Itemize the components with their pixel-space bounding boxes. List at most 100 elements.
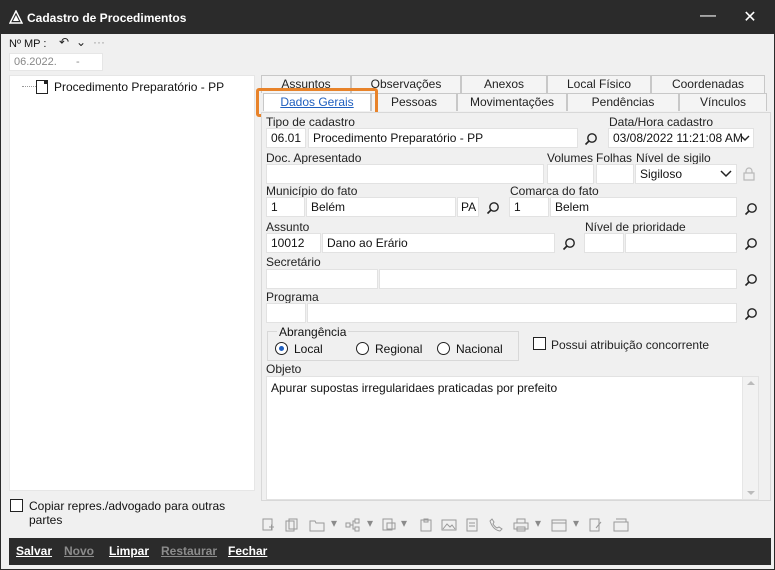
save-button[interactable]: Salvar — [16, 544, 52, 558]
scroll-down-icon[interactable] — [747, 491, 755, 495]
secrecy-level-select[interactable]: Sigiloso — [635, 164, 737, 184]
search-icon[interactable] — [744, 273, 758, 287]
scope-regional-radio[interactable] — [356, 342, 369, 355]
registration-datetime-label: Data/Hora cadastro — [609, 115, 714, 129]
clear-button[interactable]: Limpar — [109, 544, 149, 558]
scope-national-label[interactable]: Nacional — [456, 342, 503, 356]
subject-label: Assunto — [266, 220, 310, 234]
registration-type-field[interactable]: Procedimento Preparatório - PP — [308, 128, 578, 148]
more-options-icon[interactable]: ··· — [93, 35, 105, 49]
tab-local-fisico[interactable]: Local Físico — [547, 75, 651, 93]
scan-document-icon[interactable] — [381, 518, 397, 532]
concurrent-attribution-checkbox[interactable] — [533, 337, 546, 350]
search-icon[interactable] — [562, 237, 576, 251]
calendar-icon[interactable] — [551, 518, 567, 532]
folder-icon[interactable] — [309, 518, 325, 532]
document-list-icon[interactable] — [465, 518, 479, 532]
copy-representatives-option[interactable]: Copiar repres./advogado para outras part… — [10, 498, 260, 527]
chevron-down-icon[interactable]: ▾ — [535, 516, 541, 530]
copy-representatives-checkbox[interactable] — [10, 499, 23, 512]
add-document-icon[interactable] — [261, 518, 275, 532]
action-icon-toolbar: ▾ ▾ ▾ ▾ ▾ — [259, 516, 631, 534]
municipality-state-field[interactable]: PA — [457, 197, 479, 217]
priority-level-code-field[interactable] — [584, 233, 624, 253]
pages-field[interactable] — [596, 164, 634, 184]
subject-code-field[interactable]: 10012 — [266, 233, 321, 253]
volumes-label: Volumes — [547, 151, 594, 165]
tab-movimentacoes[interactable]: Movimentações — [457, 93, 567, 111]
search-icon[interactable] — [744, 202, 758, 216]
chevron-down-icon[interactable]: ▾ — [573, 516, 579, 530]
lock-icon — [743, 167, 755, 181]
secretary-code-field[interactable] — [266, 269, 378, 289]
archive-icon[interactable] — [613, 518, 629, 532]
close-button[interactable]: ✕ — [739, 7, 761, 29]
chevron-down-icon[interactable] — [740, 134, 750, 142]
program-label: Programa — [266, 290, 319, 304]
concurrent-attribution-label[interactable]: Possui atribuição concorrente — [551, 338, 709, 352]
window-title: Cadastro de Procedimentos — [27, 11, 187, 25]
program-code-field[interactable] — [266, 303, 306, 323]
edit-document-icon[interactable] — [589, 518, 603, 532]
registration-datetime-value: 03/08/2022 11:21:08 AM — [613, 131, 743, 145]
mp-number-suffix: - — [76, 56, 80, 68]
priority-level-label: Nível de prioridade — [585, 220, 686, 234]
chevron-down-icon[interactable]: ⌄ — [76, 35, 86, 49]
image-icon[interactable] — [441, 518, 457, 532]
search-icon[interactable] — [584, 132, 598, 146]
program-field[interactable] — [307, 303, 737, 323]
copy-document-icon[interactable] — [285, 518, 299, 532]
bottom-action-bar: Salvar Novo Limpar Restaurar Fechar — [9, 538, 771, 565]
search-icon[interactable] — [486, 201, 500, 215]
registration-type-code-field[interactable]: 06.01 — [266, 128, 306, 148]
mp-number-field[interactable]: 06.2022. - — [9, 53, 103, 71]
secrecy-level-value: Sigiloso — [640, 167, 683, 181]
document-icon — [36, 80, 48, 94]
clipboard-icon[interactable] — [419, 518, 433, 532]
close-form-button[interactable]: Fechar — [228, 544, 267, 558]
object-textarea[interactable]: Apurar supostas irregularidaes praticada… — [266, 376, 759, 500]
mp-toolbar: Nº MP : ↶ ⌄ ··· — [9, 35, 259, 54]
tree-item-procedure[interactable]: Procedimento Preparatório - PP — [54, 80, 224, 94]
new-button[interactable]: Novo — [64, 544, 94, 558]
volumes-field[interactable] — [547, 164, 594, 184]
secretary-field[interactable] — [379, 269, 737, 289]
print-icon[interactable] — [513, 518, 529, 532]
district-field[interactable]: Belem — [550, 197, 737, 217]
search-icon[interactable] — [744, 237, 758, 251]
undo-icon[interactable]: ↶ — [59, 35, 69, 49]
subject-field[interactable]: Dano ao Erário — [322, 233, 555, 253]
presented-document-label: Doc. Apresentado — [266, 151, 362, 165]
chevron-down-icon[interactable]: ▾ — [367, 516, 373, 530]
object-scrollbar[interactable] — [742, 377, 758, 499]
municipality-field[interactable]: Belém — [306, 197, 456, 217]
restore-button[interactable]: Restaurar — [161, 544, 217, 558]
mp-number-value: 06.2022. — [14, 56, 57, 68]
priority-level-field[interactable] — [625, 233, 737, 253]
tab-vinculos[interactable]: Vínculos — [679, 93, 767, 111]
scroll-up-icon[interactable] — [747, 381, 755, 385]
pages-label: Folhas — [596, 151, 633, 165]
chevron-down-icon[interactable]: ▾ — [401, 516, 407, 530]
scope-local-label[interactable]: Local — [294, 342, 323, 356]
registration-datetime-field[interactable]: 03/08/2022 11:21:08 AM — [608, 128, 754, 148]
municipality-code-field[interactable]: 1 — [266, 197, 305, 217]
search-icon[interactable] — [744, 307, 758, 321]
scope-regional-label[interactable]: Regional — [375, 342, 422, 356]
procedure-registration-window: Cadastro de Procedimentos — ✕ Nº MP : ↶ … — [0, 0, 775, 570]
tab-anexos[interactable]: Anexos — [461, 75, 547, 93]
chevron-down-icon[interactable] — [720, 170, 732, 178]
tab-pendencias[interactable]: Pendências — [567, 93, 679, 111]
tab-pessoas[interactable]: Pessoas — [371, 93, 457, 111]
minimize-button[interactable]: — — [697, 5, 719, 27]
presented-document-field[interactable] — [266, 164, 544, 184]
tab-coordenadas[interactable]: Coordenadas — [651, 75, 765, 93]
phone-icon[interactable] — [489, 518, 503, 532]
hierarchy-icon[interactable] — [345, 518, 361, 532]
copy-representatives-label: Copiar repres./advogado para outras part… — [29, 499, 226, 527]
object-label: Objeto — [266, 362, 302, 376]
district-code-field[interactable]: 1 — [509, 197, 549, 217]
scope-local-radio[interactable] — [275, 342, 288, 355]
chevron-down-icon[interactable]: ▾ — [331, 516, 337, 530]
scope-national-radio[interactable] — [437, 342, 450, 355]
